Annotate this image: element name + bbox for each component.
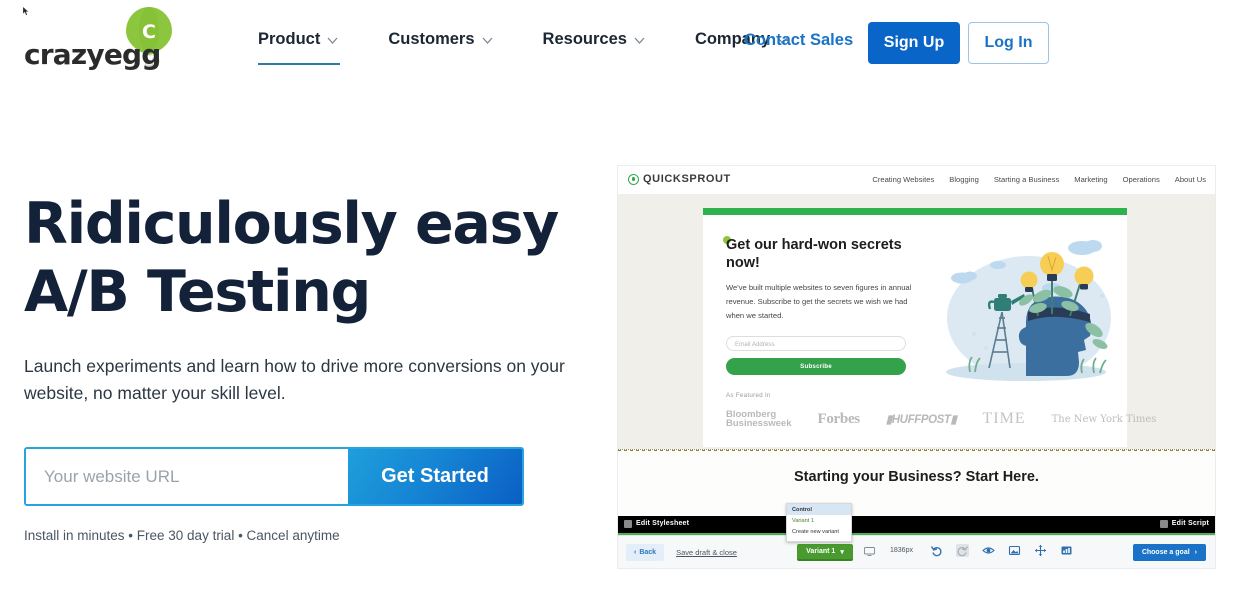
press-logo-bloomberg: Bloomberg Businessweek xyxy=(726,408,792,429)
nav-item-product[interactable]: Product xyxy=(258,30,364,65)
sign-up-button[interactable]: Sign Up xyxy=(868,22,960,64)
landing-page: C crazyegg ™ Product Customers Resources… xyxy=(0,0,1233,593)
cta-note: Install in minutes • Free 30 day trial •… xyxy=(24,528,340,544)
eye-icon[interactable] xyxy=(982,544,995,557)
redo-icon[interactable] xyxy=(956,544,969,557)
chevron-down-icon xyxy=(634,37,645,44)
crazyegg-logo[interactable]: C crazyegg ™ xyxy=(24,6,184,76)
back-button[interactable]: ‹ Back xyxy=(626,543,665,561)
undo-icon[interactable] xyxy=(930,544,943,557)
nav-label-product: Product xyxy=(258,30,321,48)
product-screenshot: QUICKSPROUT Creating Websites Blogging S… xyxy=(618,166,1215,568)
press-logo-nyt: The New York Times xyxy=(1051,413,1157,425)
stylesheet-icon xyxy=(624,519,632,528)
chevron-right-icon: › xyxy=(1194,549,1197,556)
script-icon xyxy=(1159,519,1168,528)
logo-wordmark: crazyegg xyxy=(24,38,161,71)
save-draft-link[interactable]: Save draft & close xyxy=(676,548,737,557)
press-logo-huffpost: ▮HUFFPOST▮ xyxy=(885,414,957,426)
qs-nav-creating-websites[interactable]: Creating Websites xyxy=(872,175,934,184)
active-nav-underline xyxy=(258,63,340,65)
chevron-left-icon: ‹ xyxy=(634,548,637,556)
back-label: Back xyxy=(639,548,657,556)
variant-dropdown-menu: Control Variant 1 Create new variant xyxy=(786,503,852,542)
qs-nav-about-us[interactable]: About Us xyxy=(1175,175,1206,184)
caret-down-icon: ▾ xyxy=(840,548,844,556)
get-started-button[interactable]: Get Started xyxy=(348,449,522,505)
chevron-down-icon xyxy=(482,37,493,44)
quicksprout-lower-section: Starting your Business? Start Here. xyxy=(618,451,1215,523)
quicksprout-hero-card: Get our hard-won secrets now! We've buil… xyxy=(703,208,1156,447)
edit-stylesheet-label: Edit Stylesheet xyxy=(636,520,690,527)
head-plant-illustration xyxy=(946,240,1111,381)
press-logos: Bloomberg Businessweek Forbes ▮HUFFPOST▮ … xyxy=(726,404,1156,434)
as-featured-in-label: As Featured In xyxy=(726,392,771,399)
hero-section: Ridiculously easy A/B Testing Launch exp… xyxy=(24,190,604,543)
quicksprout-nav: Creating Websites Blogging Starting a Bu… xyxy=(872,175,1206,184)
nav-item-customers[interactable]: Customers xyxy=(388,30,518,49)
qs-nav-starting-a-business[interactable]: Starting a Business xyxy=(994,175,1059,184)
press-logo-time: TIME xyxy=(982,410,1026,427)
edit-script-label: Edit Script xyxy=(1171,520,1209,527)
edit-stylesheet-button[interactable]: Edit Stylesheet xyxy=(624,519,690,528)
contact-sales-link[interactable]: Contact Sales xyxy=(744,31,853,50)
quicksprout-logo[interactable]: QUICKSPROUT xyxy=(628,173,731,185)
lower-section-heading: Starting your Business? Start Here. xyxy=(794,469,1039,485)
qs-nav-operations[interactable]: Operations xyxy=(1123,175,1160,184)
headline-line-1: Ridiculously easy xyxy=(24,191,559,257)
dropdown-item-create-new-variant[interactable]: Create new variant xyxy=(787,526,851,537)
logo-trademark: ™ xyxy=(152,58,160,67)
quicksprout-heading: Get our hard-won secrets now! xyxy=(726,237,902,272)
choose-goal-label: Choose a goal xyxy=(1141,549,1190,556)
sprout-icon xyxy=(628,173,639,185)
card-accent-bar xyxy=(703,208,1127,215)
press-logo-forbes: Forbes xyxy=(817,410,860,427)
quicksprout-subscribe-button[interactable]: Subscribe xyxy=(726,358,906,375)
qs-nav-blogging[interactable]: Blogging xyxy=(949,175,979,184)
image-icon[interactable] xyxy=(1008,544,1021,557)
dropdown-item-variant-1[interactable]: Variant 1 xyxy=(787,515,851,526)
quicksprout-topbar: QUICKSPROUT Creating Websites Blogging S… xyxy=(618,166,1215,195)
edit-script-button[interactable]: Edit Script xyxy=(1159,519,1209,528)
nav-item-resources[interactable]: Resources xyxy=(543,30,671,49)
quicksprout-email-input[interactable]: Email Address xyxy=(726,336,906,351)
dropdown-item-control[interactable]: Control xyxy=(787,504,851,515)
variant-selector-label: Variant 1 xyxy=(806,548,836,555)
editor-black-bar: Edit Stylesheet Edit Script xyxy=(618,516,1215,533)
editor-tool-icons xyxy=(930,544,1073,557)
chart-icon[interactable] xyxy=(1060,544,1073,557)
quicksprout-paragraph: We've built multiple websites to seven f… xyxy=(726,283,912,321)
main-nav: Product Customers Resources Company xyxy=(258,30,814,65)
desktop-monitor-icon[interactable] xyxy=(864,547,875,556)
quicksprout-hero-area: Get our hard-won secrets now! We've buil… xyxy=(618,195,1215,449)
hero-subheading: Launch experiments and learn how to driv… xyxy=(24,355,565,403)
nav-label-resources: Resources xyxy=(542,30,627,48)
mouse-cursor-icon xyxy=(22,6,30,16)
move-icon[interactable] xyxy=(1034,544,1047,557)
editor-toolbar: ‹ Back Save draft & close Variant 1 ▾ 18… xyxy=(618,535,1215,568)
chevron-down-icon xyxy=(327,37,338,44)
headline-line-2: A/B Testing xyxy=(24,259,371,326)
website-url-input[interactable] xyxy=(26,449,348,505)
choose-goal-button[interactable]: Choose a goal › xyxy=(1132,544,1206,561)
viewport-width-label: 1836px xyxy=(890,547,913,554)
page-title: Ridiculously easy A/B Testing xyxy=(24,190,604,327)
log-in-button[interactable]: Log In xyxy=(968,22,1049,64)
qs-nav-marketing[interactable]: Marketing xyxy=(1074,175,1107,184)
quicksprout-logo-text: QUICKSPROUT xyxy=(643,173,731,185)
site-header: C crazyegg ™ Product Customers Resources… xyxy=(0,0,1233,88)
variant-selector-button[interactable]: Variant 1 ▾ xyxy=(797,544,853,561)
cta-form: Get Started xyxy=(24,447,524,507)
nav-label-customers: Customers xyxy=(388,30,475,48)
